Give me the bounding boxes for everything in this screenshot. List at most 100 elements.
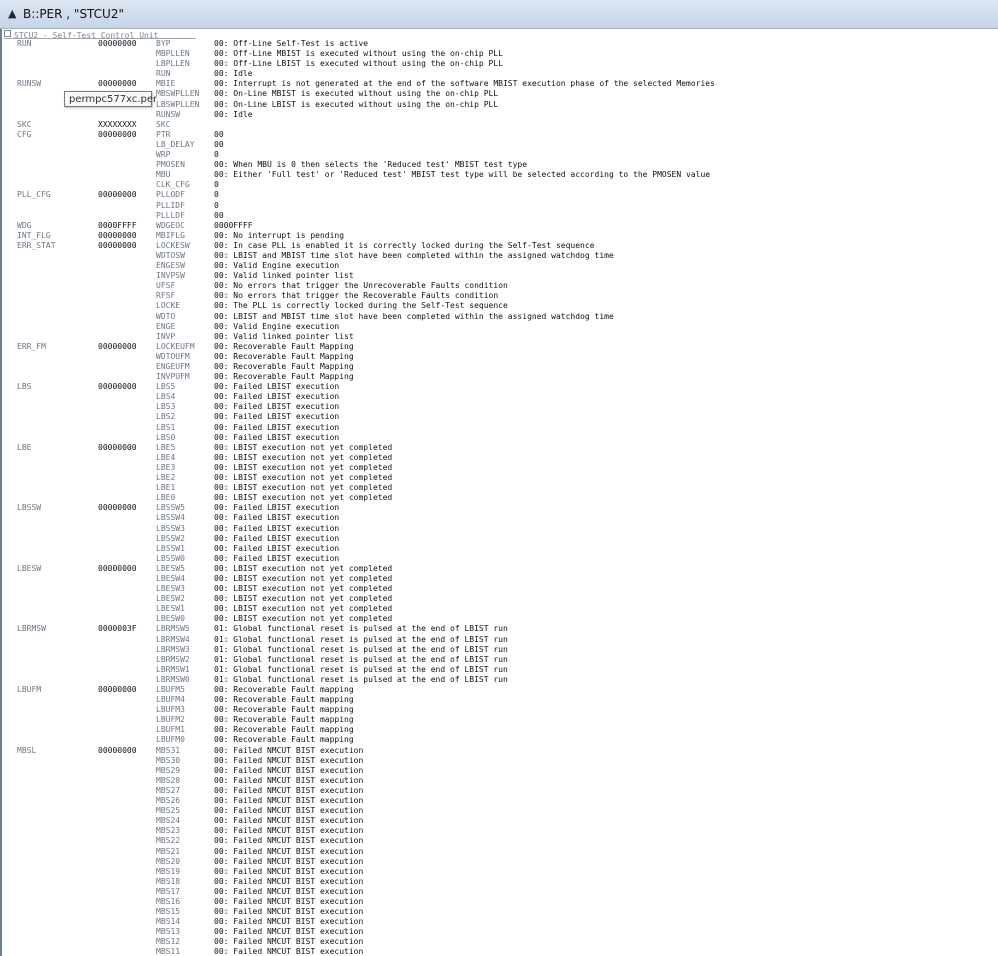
field-description[interactable]: 0000FFFF xyxy=(214,221,253,231)
field-description[interactable]: 0 xyxy=(214,190,219,200)
field-description[interactable]: 00: Failed NMCUT BIST execution xyxy=(214,806,363,816)
field-description[interactable]: 00: Recoverable Fault mapping xyxy=(214,695,354,705)
field-description[interactable]: 00: Failed NMCUT BIST execution xyxy=(214,756,363,766)
field-description[interactable]: 00: No errors that trigger the Recoverab… xyxy=(214,291,498,301)
field-description[interactable]: 00 xyxy=(214,130,224,140)
field-description[interactable]: 00: LBIST execution not yet completed xyxy=(214,614,392,624)
field-description[interactable]: 00 xyxy=(214,211,224,221)
field-description[interactable]: 01: Global functional reset is pulsed at… xyxy=(214,645,508,655)
field-description[interactable]: 00: Recoverable Fault mapping xyxy=(214,725,354,735)
field-description[interactable]: 00: Failed LBIST execution xyxy=(214,554,339,564)
field-description[interactable]: 00: On-Line MBIST is executed without us… xyxy=(214,89,498,99)
field-description[interactable]: 0 xyxy=(214,180,219,190)
field-description[interactable]: 00: Failed LBIST execution xyxy=(214,382,339,392)
field-description[interactable]: 00: Failed LBIST execution xyxy=(214,534,339,544)
register-value[interactable]: 0000003F xyxy=(98,624,137,634)
field-description[interactable]: 00: Interrupt is not generated at the en… xyxy=(214,79,715,89)
register-view[interactable]: STCU2 - Self-Test Control Unit RUN 000000… xyxy=(0,29,998,956)
field-description[interactable]: 00: Failed LBIST execution xyxy=(214,392,339,402)
register-value[interactable]: 00000000 xyxy=(98,746,137,756)
field-description[interactable]: 00: Idle xyxy=(214,110,253,120)
field-description[interactable]: 00: No interrupt is pending xyxy=(214,231,344,241)
register-value[interactable]: 00000000 xyxy=(98,231,137,241)
field-description[interactable]: 00: Recoverable Fault Mapping xyxy=(214,362,354,372)
field-description[interactable]: 00: Failed NMCUT BIST execution xyxy=(214,796,363,806)
field-description[interactable]: 00: On-Line LBIST is executed without us… xyxy=(214,100,498,110)
field-description[interactable]: 00: LBIST execution not yet completed xyxy=(214,473,392,483)
field-description[interactable]: 00: Failed LBIST execution xyxy=(214,503,339,513)
field-description[interactable]: 00: LBIST execution not yet completed xyxy=(214,564,392,574)
field-description[interactable]: 00: LBIST execution not yet completed xyxy=(214,604,392,614)
field-description[interactable]: 00: Failed LBIST execution xyxy=(214,402,339,412)
register-value[interactable]: 00000000 xyxy=(98,382,137,392)
field-description[interactable]: 00: Failed LBIST execution xyxy=(214,524,339,534)
field-description[interactable]: 0 xyxy=(214,150,219,160)
field-description[interactable]: 00: Failed NMCUT BIST execution xyxy=(214,746,363,756)
field-description[interactable]: 00: Off-Line MBIST is executed without u… xyxy=(214,49,503,59)
field-description[interactable]: 00: LBIST execution not yet completed xyxy=(214,463,392,473)
field-description[interactable]: 00: Failed NMCUT BIST execution xyxy=(214,836,363,846)
field-description[interactable]: 00: Recoverable Fault Mapping xyxy=(214,342,354,352)
field-description[interactable]: 00: The PLL is correctly locked during t… xyxy=(214,301,508,311)
field-description[interactable]: 00: Failed NMCUT BIST execution xyxy=(214,887,363,897)
field-description[interactable]: 00: Recoverable Fault Mapping xyxy=(214,372,354,382)
register-value[interactable]: 00000000 xyxy=(98,685,137,695)
field-description[interactable]: 00: Failed NMCUT BIST execution xyxy=(214,927,363,937)
register-value[interactable]: XXXXXXXX xyxy=(98,120,137,130)
field-description[interactable]: 00: Off-Line Self-Test is active xyxy=(214,39,368,49)
field-description[interactable]: 00: LBIST execution not yet completed xyxy=(214,493,392,503)
field-description[interactable]: 00: LBIST execution not yet completed xyxy=(214,594,392,604)
field-description[interactable]: 00: Failed LBIST execution xyxy=(214,513,339,523)
field-description[interactable]: 01: Global functional reset is pulsed at… xyxy=(214,665,508,675)
field-description[interactable]: 00: Idle xyxy=(214,69,253,79)
field-description[interactable]: 00: Failed NMCUT BIST execution xyxy=(214,917,363,927)
window-titlebar[interactable]: ▲ B::PER , "STCU2" xyxy=(0,0,998,29)
field-description[interactable]: 00: Failed NMCUT BIST execution xyxy=(214,867,363,877)
field-description[interactable]: 01: Global functional reset is pulsed at… xyxy=(214,655,508,665)
field-description[interactable]: 00: Failed NMCUT BIST execution xyxy=(214,877,363,887)
field-description[interactable]: 00: Valid linked pointer list xyxy=(214,271,354,281)
register-value[interactable]: 00000000 xyxy=(98,443,137,453)
register-value[interactable]: 0000FFFF xyxy=(98,221,137,231)
field-description[interactable]: 01: Global functional reset is pulsed at… xyxy=(214,675,508,685)
field-description[interactable]: 01: Global functional reset is pulsed at… xyxy=(214,624,508,634)
field-description[interactable]: 00: Failed NMCUT BIST execution xyxy=(214,907,363,917)
register-value[interactable]: 00000000 xyxy=(98,130,137,140)
field-description[interactable]: 00: Valid linked pointer list xyxy=(214,332,354,342)
field-description[interactable]: 00: Recoverable Fault mapping xyxy=(214,715,354,725)
field-description[interactable]: 00: Failed LBIST execution xyxy=(214,423,339,433)
register-value[interactable]: 00000000 xyxy=(98,241,137,251)
register-value[interactable]: 00000000 xyxy=(98,190,137,200)
register-value[interactable]: 00000000 xyxy=(98,79,137,89)
field-description[interactable]: 00: Failed LBIST execution xyxy=(214,544,339,554)
field-description[interactable]: 00: Failed NMCUT BIST execution xyxy=(214,947,363,956)
register-value[interactable]: 00000000 xyxy=(98,342,137,352)
field-description[interactable]: 00: Recoverable Fault mapping xyxy=(214,685,354,695)
field-description[interactable]: 01: Global functional reset is pulsed at… xyxy=(214,635,508,645)
field-description[interactable]: 00: Failed NMCUT BIST execution xyxy=(214,826,363,836)
field-description[interactable]: 00: Failed NMCUT BIST execution xyxy=(214,776,363,786)
field-description[interactable]: 00: Failed NMCUT BIST execution xyxy=(214,816,363,826)
register-value[interactable]: 00000000 xyxy=(98,503,137,513)
field-description[interactable]: 00: No errors that trigger the Unrecover… xyxy=(214,281,508,291)
field-description[interactable]: 00 xyxy=(214,140,224,150)
field-description[interactable]: 0 xyxy=(214,201,219,211)
collapse-box-icon[interactable] xyxy=(4,30,11,37)
field-description[interactable]: 00: LBIST execution not yet completed xyxy=(214,453,392,463)
field-description[interactable]: 00: Failed NMCUT BIST execution xyxy=(214,786,363,796)
field-description[interactable]: 00: Recoverable Fault mapping xyxy=(214,705,354,715)
field-description[interactable]: 00: LBIST execution not yet completed xyxy=(214,443,392,453)
field-description[interactable]: 00: Failed NMCUT BIST execution xyxy=(214,857,363,867)
field-description[interactable]: 00: Either 'Full test' or 'Reduced test'… xyxy=(214,170,710,180)
field-description[interactable]: 00: In case PLL is enabled it is correct… xyxy=(214,241,595,251)
field-description[interactable]: 00: LBIST and MBIST time slot have been … xyxy=(214,312,614,322)
field-description[interactable]: 00: Recoverable Fault mapping xyxy=(214,735,354,745)
field-description[interactable]: 00: Failed NMCUT BIST execution xyxy=(214,766,363,776)
field-description[interactable]: 00: Valid Engine execution xyxy=(214,322,339,332)
register-value[interactable]: 00000000 xyxy=(98,39,137,49)
field-description[interactable]: 00: Off-Line LBIST is executed without u… xyxy=(214,59,503,69)
field-description[interactable]: 00: Recoverable Fault Mapping xyxy=(214,352,354,362)
field-description[interactable]: 00: Failed NMCUT BIST execution xyxy=(214,897,363,907)
field-description[interactable]: 00: Valid Engine execution xyxy=(214,261,339,271)
field-description[interactable]: 00: Failed LBIST execution xyxy=(214,433,339,443)
